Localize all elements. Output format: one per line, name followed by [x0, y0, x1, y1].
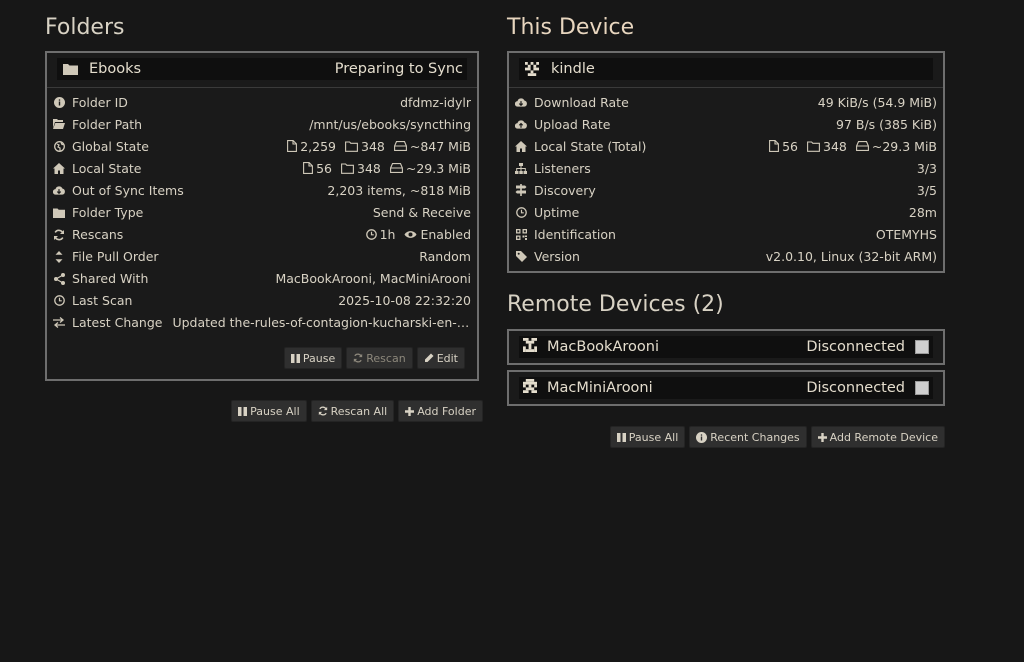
- folder-details: Folder ID dfdmz-idylr Folder Path /mnt/u…: [47, 88, 477, 334]
- this-device-panel: kindle Download Rate 49 KiB/s (54.9 MiB)…: [507, 51, 945, 273]
- row-folder-type: Folder Type Send & Receive: [53, 201, 471, 223]
- folder-icon: [53, 207, 65, 219]
- pause-folder-button[interactable]: Pause: [283, 347, 343, 369]
- cloud-download-icon: [515, 96, 527, 108]
- clock-icon: 1h: [365, 227, 395, 242]
- remote-devices-title: Remote Devices (2): [507, 292, 724, 317]
- folder-status: Preparing to Sync: [334, 61, 463, 77]
- device-header[interactable]: kindle: [519, 58, 933, 80]
- home-icon: [53, 162, 65, 174]
- folder-button-bar: Pause Rescan Edit: [283, 347, 465, 369]
- tag-icon: [515, 251, 527, 263]
- devices-action-bar: Pause All Recent Changes Add Remote Devi…: [507, 426, 945, 448]
- row-upload-rate: Upload Rate 97 B/s (385 KiB): [515, 113, 937, 135]
- cloud-download-icon: [53, 184, 65, 196]
- device-name: MacBookArooni: [547, 339, 659, 355]
- folder-outline-icon: 348: [341, 161, 381, 176]
- refresh-icon: [53, 229, 65, 241]
- plus-icon: [817, 432, 827, 442]
- row-local-state-total: Local State (Total) 56 348 ~29.3 MiB: [515, 135, 937, 157]
- device-status: Disconnected: [806, 339, 905, 355]
- rescan-folder-button[interactable]: Rescan: [346, 347, 413, 369]
- row-shared-with: Shared With MacBookArooni, MacMiniArooni: [53, 268, 471, 290]
- info-icon: [53, 96, 65, 108]
- folder-header[interactable]: Ebooks Preparing to Sync: [57, 58, 467, 80]
- file-sort-icon: [53, 250, 65, 263]
- sitemap-icon: [515, 162, 527, 174]
- status-indicator: [915, 381, 929, 395]
- folder-icon: [61, 62, 79, 76]
- share-icon: [53, 272, 65, 285]
- device-status: Disconnected: [806, 380, 905, 396]
- pause-icon: [290, 353, 300, 363]
- file-icon: 2,259: [287, 139, 336, 154]
- add-remote-device-button[interactable]: Add Remote Device: [810, 426, 945, 448]
- row-rescans: Rescans 1h Enabled: [53, 224, 471, 246]
- folder-outline-icon: 348: [345, 139, 385, 154]
- row-uptime: Uptime 28m: [515, 201, 937, 223]
- device-name: kindle: [551, 61, 595, 77]
- exchange-icon: [53, 317, 65, 329]
- refresh-icon: [318, 406, 327, 416]
- globe-icon: [53, 140, 65, 152]
- clock-icon: [53, 295, 65, 307]
- hdd-icon: ~29.3 MiB: [389, 161, 471, 176]
- pause-all-folders-button[interactable]: Pause All: [231, 400, 307, 422]
- row-global-state: Global State 2,259 348 ~847 MiB: [53, 135, 471, 157]
- folder-outline-icon: 348: [807, 139, 847, 154]
- device-details: Download Rate 49 KiB/s (54.9 MiB) Upload…: [509, 88, 943, 268]
- row-latest-change[interactable]: Latest Change Updated the-rules-of-conta…: [53, 312, 471, 334]
- pause-icon: [238, 406, 248, 416]
- row-last-scan: Last Scan 2025-10-08 22:32:20: [53, 290, 471, 312]
- folders-action-bar: Pause All Rescan All Add Folder: [45, 400, 483, 422]
- row-download-rate: Download Rate 49 KiB/s (54.9 MiB): [515, 91, 937, 113]
- info-icon: [696, 431, 708, 443]
- pause-all-devices-button[interactable]: Pause All: [609, 426, 686, 448]
- folder-open-icon: [53, 118, 65, 130]
- qrcode-icon: [515, 229, 527, 241]
- refresh-icon: [354, 353, 363, 363]
- recent-changes-button[interactable]: Recent Changes: [689, 426, 807, 448]
- pencil-icon: [424, 353, 434, 362]
- remote-device-macbookarooni[interactable]: MacBookArooni Disconnected: [507, 329, 945, 365]
- status-indicator: [915, 340, 929, 354]
- add-folder-button[interactable]: Add Folder: [398, 400, 483, 422]
- row-listeners[interactable]: Listeners 3/3: [515, 157, 937, 179]
- this-device-title: This Device: [507, 15, 635, 40]
- row-discovery[interactable]: Discovery 3/5: [515, 179, 937, 201]
- clock-icon: [515, 207, 527, 219]
- pause-icon: [616, 432, 626, 442]
- row-version: Version v2.0.10, Linux (32-bit ARM): [515, 246, 937, 268]
- rescan-all-button[interactable]: Rescan All: [310, 400, 395, 422]
- row-out-of-sync[interactable]: Out of Sync Items 2,203 items, ~818 MiB: [53, 179, 471, 201]
- home-icon: [515, 140, 527, 152]
- hdd-icon: ~29.3 MiB: [855, 139, 937, 154]
- device-identicon-icon: [523, 62, 541, 76]
- plus-icon: [405, 406, 415, 416]
- row-identification[interactable]: Identification OTEMYHS: [515, 224, 937, 246]
- eye-icon: Enabled: [404, 227, 471, 242]
- row-local-state: Local State 56 348 ~29.3 MiB: [53, 157, 471, 179]
- row-folder-path: Folder Path /mnt/us/ebooks/syncthing: [53, 113, 471, 135]
- folder-name: Ebooks: [89, 61, 142, 77]
- remote-device-macminiarooni[interactable]: MacMiniArooni Disconnected: [507, 370, 945, 406]
- edit-folder-button[interactable]: Edit: [416, 347, 465, 369]
- folders-title: Folders: [45, 15, 125, 40]
- folder-panel-ebooks: Ebooks Preparing to Sync Folder ID dfdmz…: [45, 51, 479, 381]
- row-file-pull-order: File Pull Order Random: [53, 246, 471, 268]
- signpost-icon: [515, 184, 527, 197]
- file-icon: 56: [769, 139, 798, 154]
- file-icon: 56: [303, 161, 332, 176]
- device-identicon-icon: [523, 338, 537, 356]
- device-name: MacMiniArooni: [547, 380, 653, 396]
- hdd-icon: ~847 MiB: [393, 139, 471, 154]
- row-folder-id: Folder ID dfdmz-idylr: [53, 91, 471, 113]
- device-identicon-icon: [523, 379, 537, 397]
- cloud-upload-icon: [515, 118, 527, 130]
